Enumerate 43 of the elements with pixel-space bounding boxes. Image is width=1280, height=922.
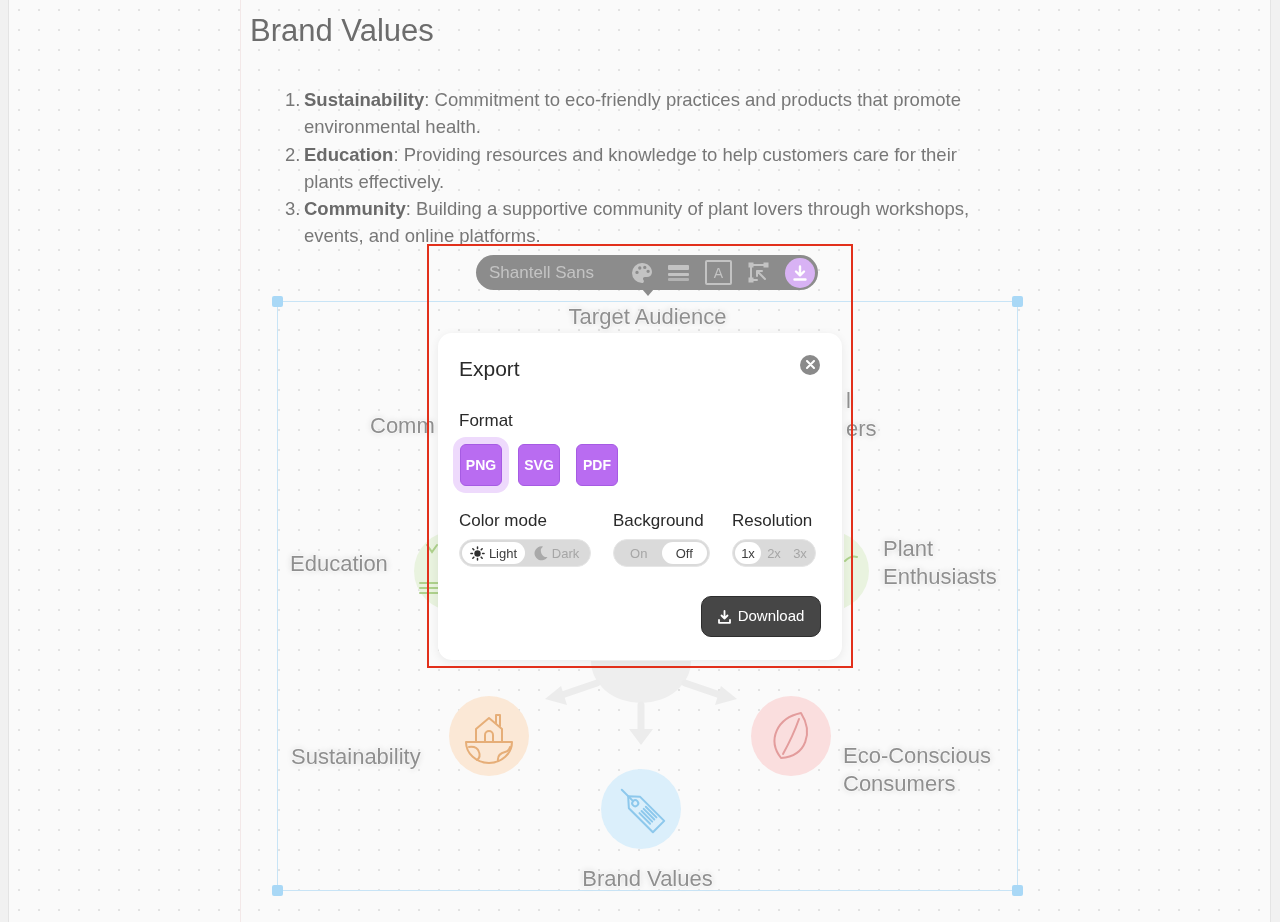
node-label: Brand Values: [582, 864, 713, 893]
node-label: Sustainability: [291, 742, 421, 771]
close-button[interactable]: [800, 354, 820, 375]
stroke-width-icon: [668, 263, 689, 282]
close-icon: [805, 360, 815, 369]
list-number: 3.: [285, 197, 302, 222]
download-button[interactable]: Download: [701, 596, 821, 637]
resize-handle[interactable]: [1012, 295, 1023, 307]
format-option[interactable]: SVG: [518, 444, 560, 486]
format-option[interactable]: PDF: [576, 444, 618, 486]
resize-handle[interactable]: [1012, 884, 1023, 896]
frame-tool-button[interactable]: [748, 262, 769, 283]
list-item-text: Community: Building a supportive community of plant lovers through workshops, events, and online platforms.: [304, 197, 971, 249]
node-label: Education: [290, 549, 388, 578]
list-item-text: Education: Providing resources and knowledge to help customers care for their plants effectively.: [304, 142, 958, 194]
download-icon: [717, 609, 731, 624]
node-label: Plant Enthusiasts: [883, 534, 998, 591]
option-label: Color mode: [459, 510, 548, 532]
segment-option[interactable]: 1x: [735, 542, 761, 564]
node-label: Eco-Conscious Consumers: [843, 741, 992, 798]
segment-option[interactable]: Light: [462, 542, 525, 564]
resize-handle[interactable]: [272, 884, 283, 896]
moon-icon: [533, 545, 548, 561]
list-item-text: Sustainability: Commitment to eco-friendly practices and products that promote environmental health.: [304, 88, 963, 140]
export-tool-button[interactable]: [785, 257, 815, 288]
dialog-title: Export: [459, 356, 520, 382]
download-icon: [793, 264, 807, 281]
color-tool-button[interactable]: [632, 262, 652, 283]
sun-icon: [469, 545, 485, 561]
section-label: Format: [459, 410, 513, 432]
page-heading: Brand Values: [250, 12, 434, 50]
list-number: 1.: [285, 88, 302, 112]
stroke-tool-button[interactable]: [668, 263, 689, 282]
node-label: l: [846, 386, 851, 415]
palette-icon: [632, 262, 652, 283]
font-picker[interactable]: Shantell Sans: [489, 261, 594, 284]
segment-option[interactable]: Off: [661, 542, 707, 564]
list-number: 2.: [285, 142, 302, 167]
option-label: Background: [613, 510, 705, 532]
resize-handle[interactable]: [272, 295, 283, 307]
diagram-title: Target Audience: [568, 302, 727, 331]
frame-select-icon: [748, 262, 769, 283]
option-label: Resolution: [732, 510, 814, 532]
